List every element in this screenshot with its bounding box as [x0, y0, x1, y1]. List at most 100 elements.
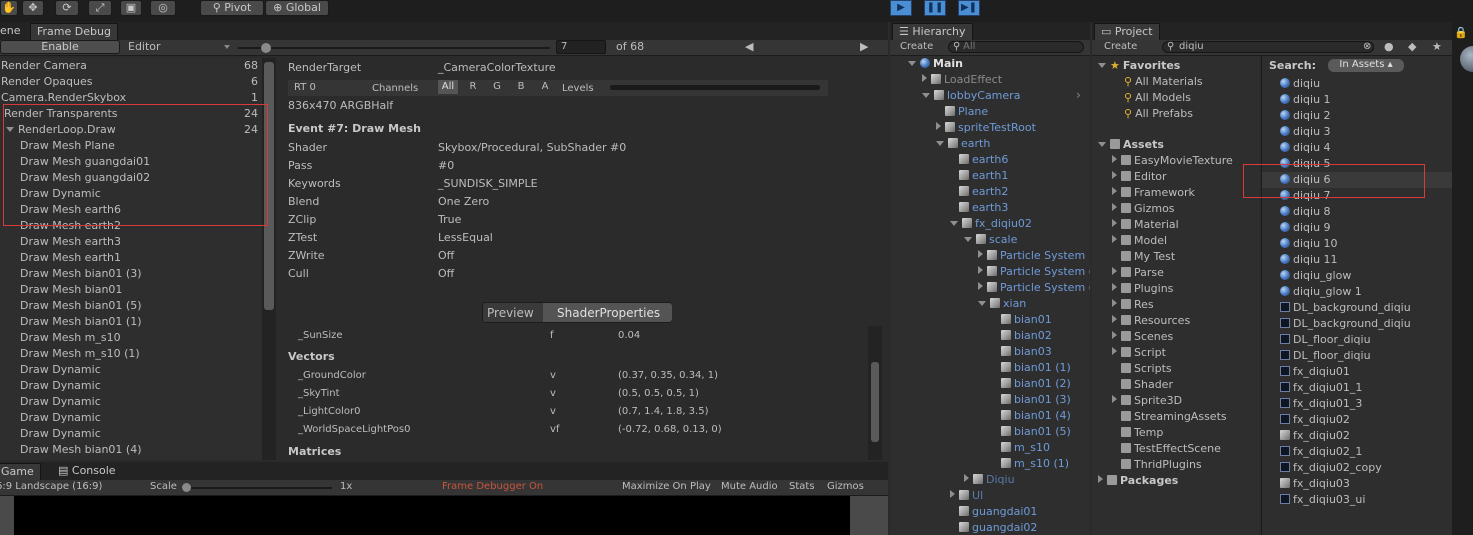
hierarchy-item[interactable]: bian01 [992, 312, 1052, 328]
event-item[interactable]: Draw Mesh bian01 (3) [20, 266, 262, 282]
tree-header[interactable]: Assets [1098, 137, 1164, 153]
rect-tool-button[interactable]: ▣ [120, 0, 142, 16]
tab-console[interactable]: ▤ Console [52, 463, 122, 480]
hierarchy-item[interactable]: earth2 [950, 184, 1008, 200]
caret-right-icon[interactable] [1112, 155, 1117, 163]
hierarchy-item[interactable]: fx_diqiu02 [950, 216, 1032, 232]
caret-right-icon[interactable] [1112, 283, 1117, 291]
hierarchy-search-input[interactable]: ⚲ All [948, 41, 1084, 53]
asset-item[interactable]: fx_diqiu01 [1280, 364, 1350, 380]
tab-preview[interactable]: Preview [487, 305, 534, 321]
rotate-tool-button[interactable]: ⟳ [55, 0, 79, 16]
clear-search-icon[interactable]: ⊗ [1363, 39, 1371, 55]
asset-item[interactable]: diqiu 2 [1280, 108, 1331, 124]
step-button[interactable]: ▶❚ [958, 0, 980, 16]
caret-down-icon[interactable] [908, 61, 916, 66]
asset-item[interactable]: diqiu 3 [1280, 124, 1331, 140]
hierarchy-item[interactable]: bian01 (5) [992, 424, 1071, 440]
asset-item[interactable]: fx_diqiu03 [1280, 476, 1350, 492]
hierarchy-item[interactable]: LoadEffect [922, 72, 1002, 88]
hand-tool-button[interactable]: ✋ [0, 0, 18, 16]
hierarchy-item[interactable]: spriteTestRoot [936, 120, 1036, 136]
scale-slider[interactable] [182, 487, 332, 489]
hierarchy-item[interactable]: earth1 [950, 168, 1008, 184]
favorite-item[interactable]: ⚲ All Prefabs [1124, 106, 1193, 122]
hierarchy-item[interactable]: Particle System ( [978, 280, 1090, 296]
event-item[interactable]: Draw Dynamic [20, 426, 262, 442]
transform-tool-button[interactable]: ◎ [150, 0, 176, 16]
favorite-item[interactable]: ⚲ All Models [1124, 90, 1191, 106]
folder-item[interactable]: Res [1112, 297, 1154, 313]
caret-right-icon[interactable] [1112, 315, 1117, 323]
event-item[interactable]: Draw Mesh earth3 [20, 234, 262, 250]
folder-item[interactable]: Framework [1112, 185, 1195, 201]
lock-icon[interactable]: 🔒 [1454, 26, 1468, 39]
caret-down-icon[interactable] [936, 141, 944, 146]
stats-button[interactable]: Stats [789, 479, 815, 495]
hierarchy-create-button[interactable]: Create [900, 39, 933, 55]
event-item[interactable]: Draw Mesh earth1 [20, 250, 262, 266]
hierarchy-item[interactable]: earth3 [950, 200, 1008, 216]
tab-game[interactable]: Game [0, 463, 41, 480]
project-create-button[interactable]: Create [1104, 39, 1137, 55]
game-viewport[interactable] [14, 496, 850, 535]
asset-item[interactable]: fx_diqiu01_1 [1280, 380, 1362, 396]
asset-item[interactable]: diqiu_glow [1280, 268, 1351, 284]
event-item[interactable]: Draw Mesh bian01 (5) [20, 298, 262, 314]
folder-item[interactable]: Sprite3D [1112, 393, 1182, 409]
tab-scene[interactable]: ene [0, 23, 27, 40]
tab-shader-properties[interactable]: ShaderProperties [557, 305, 660, 321]
prev-frame-button[interactable]: ◀ [745, 39, 753, 55]
event-item[interactable]: Draw Mesh m_s10 (1) [20, 346, 262, 362]
caret-right-icon[interactable] [1112, 331, 1117, 339]
caret-down-icon[interactable] [950, 221, 958, 226]
maximize-on-play-button[interactable]: Maximize On Play [622, 479, 711, 495]
caret-right-icon[interactable] [950, 490, 955, 498]
asset-item[interactable]: diqiu 10 [1280, 236, 1338, 252]
folder-item[interactable]: Model [1112, 233, 1167, 249]
event-item[interactable]: Draw Dynamic [20, 410, 262, 426]
tab-project[interactable]: ▭ Project [1094, 23, 1160, 40]
hierarchy-item[interactable]: bian03 [992, 344, 1052, 360]
pivot-button[interactable]: ⚲ Pivot [200, 0, 264, 16]
hierarchy-item[interactable]: UI [950, 488, 983, 504]
frame-slider[interactable] [238, 47, 550, 49]
caret-right-icon[interactable] [922, 74, 927, 82]
hierarchy-item[interactable]: guangdai01 [950, 504, 1037, 520]
caret-right-icon[interactable] [1098, 475, 1103, 483]
tab-frame-debug[interactable]: Frame Debug [30, 23, 118, 40]
play-button[interactable]: ▶ [890, 0, 912, 16]
caret-right-icon[interactable] [1112, 203, 1117, 211]
search-scope-dropdown[interactable]: In Assets ▴ [1328, 59, 1404, 72]
asset-item[interactable]: diqiu_glow 1 [1280, 284, 1362, 300]
caret-down-icon[interactable] [964, 237, 972, 242]
event-item[interactable]: Draw Dynamic [20, 378, 262, 394]
caret-right-icon[interactable] [1112, 235, 1117, 243]
folder-item[interactable]: Plugins [1112, 281, 1173, 297]
caret-down-icon[interactable] [1098, 63, 1106, 68]
caret-down-icon[interactable] [1098, 142, 1106, 147]
scale-slider-handle[interactable] [182, 483, 191, 492]
channel-button-a[interactable]: A [534, 80, 556, 94]
hierarchy-item[interactable]: bian02 [992, 328, 1052, 344]
hierarchy-item[interactable]: Main [908, 56, 963, 72]
caret-right-icon[interactable] [1112, 219, 1117, 227]
event-item[interactable]: Render Camera [0, 58, 254, 74]
asset-item[interactable]: fx_diqiu02 [1280, 428, 1350, 444]
move-tool-button[interactable]: ✥ [22, 0, 44, 16]
folder-item[interactable]: Gizmos [1112, 201, 1175, 217]
caret-right-icon[interactable] [1112, 187, 1117, 195]
caret-right-icon[interactable] [1112, 171, 1117, 179]
hierarchy-item[interactable]: lobbyCamera [922, 88, 1020, 104]
chevron-right-icon[interactable]: › [1076, 88, 1081, 102]
channel-button-b[interactable]: B [510, 80, 532, 94]
details-scroll-thumb[interactable] [871, 362, 879, 442]
project-search-input[interactable]: ⚲ diqiu ⊗ [1162, 41, 1374, 53]
folder-item[interactable]: Script [1112, 345, 1166, 361]
editor-dropdown[interactable]: Editor [128, 39, 161, 55]
folder-item[interactable]: Scenes [1112, 329, 1173, 345]
tree-header[interactable]: ★ Favorites [1098, 58, 1180, 74]
asset-item[interactable]: DL_floor_diqiu [1280, 348, 1371, 364]
levels-slider[interactable] [610, 85, 820, 90]
asset-item[interactable]: fx_diqiu03_ui [1280, 492, 1365, 508]
